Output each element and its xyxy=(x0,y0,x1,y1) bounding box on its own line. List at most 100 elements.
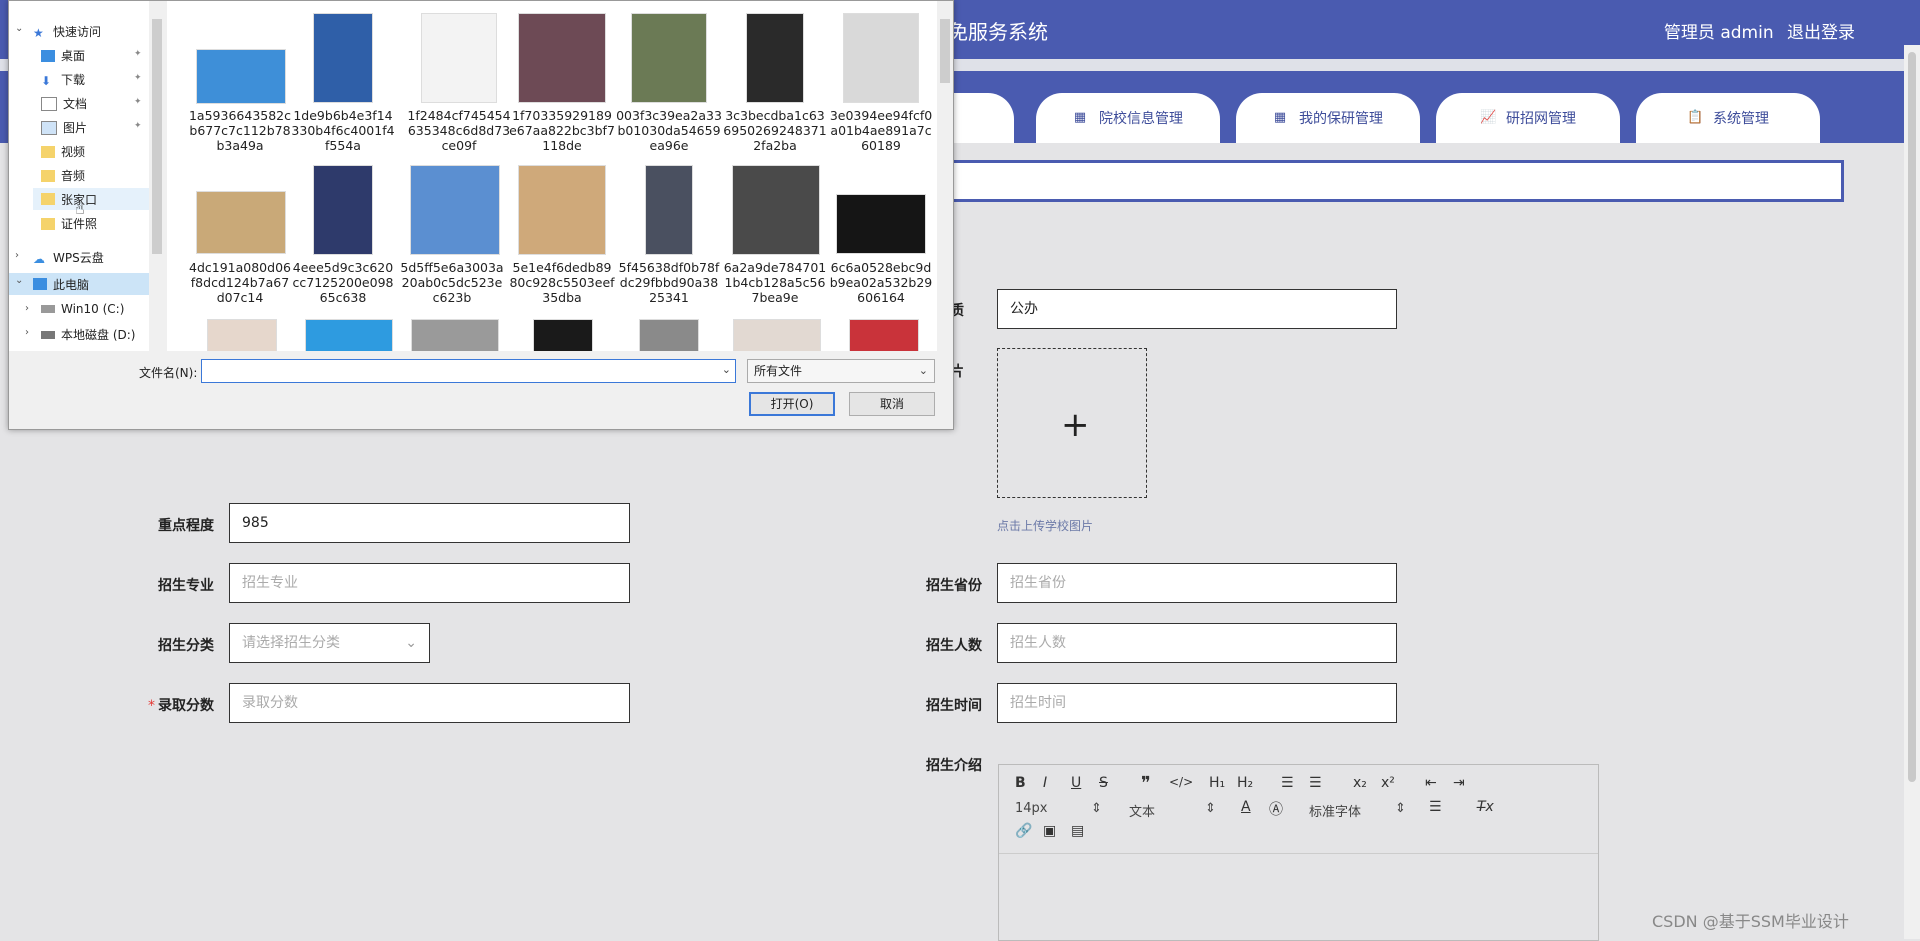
category-select[interactable]: 请选择招生分类 ⌄ xyxy=(229,623,430,663)
filename-input[interactable]: ⌄ xyxy=(201,359,736,383)
file-thumbnail[interactable] xyxy=(849,319,919,351)
level-input[interactable]: 985 xyxy=(229,503,630,543)
chevron-right-icon[interactable]: › xyxy=(25,327,29,338)
chevron-down-icon[interactable]: ⌄ xyxy=(15,23,23,34)
nature-input[interactable]: 公办 xyxy=(997,289,1397,329)
nav-desktop[interactable]: 桌面 xyxy=(41,47,85,64)
files-scrollbar[interactable] xyxy=(937,1,953,351)
logout-link[interactable]: 退出登录 xyxy=(1787,23,1855,43)
file-name[interactable]: 4dc191a080d06f8dcd124b7a67d07c14 xyxy=(187,260,293,305)
nav-zjk[interactable]: 张家口 xyxy=(33,188,149,210)
italic-icon[interactable]: I xyxy=(1043,775,1047,791)
time-input[interactable]: 招生时间 xyxy=(997,683,1397,723)
major-input[interactable]: 招生专业 xyxy=(229,563,630,603)
file-thumbnail[interactable] xyxy=(533,319,593,351)
nav-quick-access[interactable]: ★ 快速访问 xyxy=(33,23,101,40)
count-input[interactable]: 招生人数 xyxy=(997,623,1397,663)
underline-icon[interactable]: U xyxy=(1071,775,1081,791)
superscript-icon[interactable]: x² xyxy=(1381,775,1395,791)
file-name[interactable]: 003f3c39ea2a33b01030da54659ea96e xyxy=(616,108,722,153)
file-name[interactable]: 5f45638df0b78fdc29fbbd90a3825341 xyxy=(616,260,722,305)
strike-icon[interactable]: S xyxy=(1099,775,1108,791)
open-button[interactable]: 打开(O) xyxy=(749,392,835,416)
h2-icon[interactable]: H₂ xyxy=(1237,775,1253,791)
file-thumbnail[interactable] xyxy=(645,165,693,255)
file-thumbnail[interactable] xyxy=(313,13,373,103)
chevron-right-icon[interactable]: › xyxy=(25,303,29,314)
file-thumbnail[interactable] xyxy=(518,13,606,103)
indent-icon[interactable]: ⇥ xyxy=(1453,775,1465,791)
file-thumbnail[interactable] xyxy=(207,319,277,351)
file-name[interactable]: 3e0394ee94fcf0a01b4ae891a7c60189 xyxy=(828,108,934,153)
nav-music[interactable]: 音频 xyxy=(41,167,85,184)
link-icon[interactable]: 🔗 xyxy=(1015,823,1032,839)
file-thumbnail[interactable] xyxy=(732,165,820,255)
font-color-icon[interactable]: A xyxy=(1241,799,1251,815)
bg-color-icon[interactable]: Ⓐ xyxy=(1269,799,1283,819)
nav-documents[interactable]: 文档 xyxy=(41,95,87,112)
chevron-down-icon[interactable]: ⌄ xyxy=(15,275,23,286)
quote-icon[interactable]: ❞ xyxy=(1141,773,1151,794)
score-input[interactable]: 录取分数 xyxy=(229,683,630,723)
file-thumbnail[interactable] xyxy=(421,13,497,103)
nav-this-pc[interactable]: 此电脑 xyxy=(9,273,149,295)
file-thumbnail[interactable] xyxy=(313,165,373,255)
file-name[interactable]: 5d5ff5e6a3003a20ab0c5dc523ec623b xyxy=(399,260,505,305)
video-icon[interactable]: ▤ xyxy=(1071,823,1084,839)
file-thumbnail[interactable] xyxy=(305,319,393,351)
font-family-select[interactable]: 标准字体 xyxy=(1309,801,1361,820)
file-thumbnail[interactable] xyxy=(843,13,919,103)
bold-icon[interactable]: B xyxy=(1015,775,1026,791)
nav-pictures[interactable]: 图片 xyxy=(41,119,87,136)
file-name[interactable]: 4eee5d9c3c620cc7125200e09865c638 xyxy=(290,260,396,305)
nav-drive-c[interactable]: Win10 (C:) xyxy=(41,302,124,316)
image-icon[interactable]: ▣ xyxy=(1043,823,1056,839)
file-thumbnail[interactable] xyxy=(631,13,707,103)
rich-text-editor[interactable]: B I U S ❞ </> H₁ H₂ ☰ ☰ x₂ x² ⇤ ⇥ 14px ⇕… xyxy=(998,764,1599,941)
file-name[interactable]: 3c3becdba1c636950269248371 2fa2ba xyxy=(722,108,828,153)
font-size-select[interactable]: 14px xyxy=(1015,801,1048,816)
align-icon[interactable]: ☰ xyxy=(1429,799,1442,815)
file-name[interactable]: 1a5936643582cb677c7c112b78b3a49a xyxy=(187,108,293,153)
nav-drive-d[interactable]: 本地磁盘 (D:) xyxy=(41,326,135,343)
code-icon[interactable]: </> xyxy=(1169,775,1193,789)
province-input[interactable]: 招生省份 xyxy=(997,563,1397,603)
file-thumbnail[interactable] xyxy=(746,13,804,103)
file-thumbnail[interactable] xyxy=(639,319,699,351)
paragraph-select[interactable]: 文本 xyxy=(1129,801,1155,820)
file-thumbnail[interactable] xyxy=(518,165,606,255)
filetype-select[interactable]: 所有文件 ⌄ xyxy=(747,359,935,383)
nav-scrollbar-thumb[interactable] xyxy=(152,19,162,254)
outdent-icon[interactable]: ⇤ xyxy=(1425,775,1437,791)
subscript-icon[interactable]: x₂ xyxy=(1353,775,1367,791)
tab-school-info[interactable]: ▦ 院校信息管理 xyxy=(1036,93,1220,143)
file-thumbnail[interactable] xyxy=(410,165,500,255)
nav-scrollbar[interactable] xyxy=(149,1,165,351)
nav-wps[interactable]: ☁ WPS云盘 xyxy=(33,249,104,266)
tab-my-recommend[interactable]: ▦ 我的保研管理 xyxy=(1236,93,1420,143)
file-thumbnail[interactable] xyxy=(836,194,926,254)
bullet-list-icon[interactable]: ☰ xyxy=(1309,775,1322,791)
nav-videos[interactable]: 视频 xyxy=(41,143,85,160)
ordered-list-icon[interactable]: ☰ xyxy=(1281,775,1294,791)
chevron-right-icon[interactable]: › xyxy=(15,250,19,261)
page-scrollbar-thumb[interactable] xyxy=(1908,52,1916,782)
nav-downloads[interactable]: ⬇ 下载 xyxy=(41,71,85,88)
files-scrollbar-thumb[interactable] xyxy=(940,19,950,83)
file-name[interactable]: 5e1e4f6dedb8980c928c5503eef35dba xyxy=(509,260,615,305)
chevron-down-icon[interactable]: ⌄ xyxy=(722,363,731,376)
file-thumbnail[interactable] xyxy=(733,319,821,351)
file-name[interactable]: 1f70335929189e67aa822bc3bf7118de xyxy=(509,108,615,153)
file-name[interactable]: 6c6a0528ebc9db9ea02a532b29606164 xyxy=(828,260,934,305)
tab-yanzhao[interactable]: 📈 研招网管理 xyxy=(1436,93,1620,143)
file-thumbnail[interactable] xyxy=(196,49,286,104)
file-thumbnail[interactable] xyxy=(196,191,286,254)
file-name[interactable]: 1f2484cf745454635348c6d8d73ce09f xyxy=(406,108,512,153)
file-thumbnail[interactable] xyxy=(411,319,499,351)
nav-zhengjian[interactable]: 证件照 xyxy=(41,215,97,232)
file-name[interactable]: 1de9b6b4e3f14330b4f6c4001f4f554a xyxy=(290,108,396,153)
clear-format-icon[interactable]: T̶x xyxy=(1477,799,1494,815)
tab-system[interactable]: 📋 系统管理 xyxy=(1636,93,1820,143)
h1-icon[interactable]: H₁ xyxy=(1209,775,1225,791)
cancel-button[interactable]: 取消 xyxy=(849,392,935,416)
